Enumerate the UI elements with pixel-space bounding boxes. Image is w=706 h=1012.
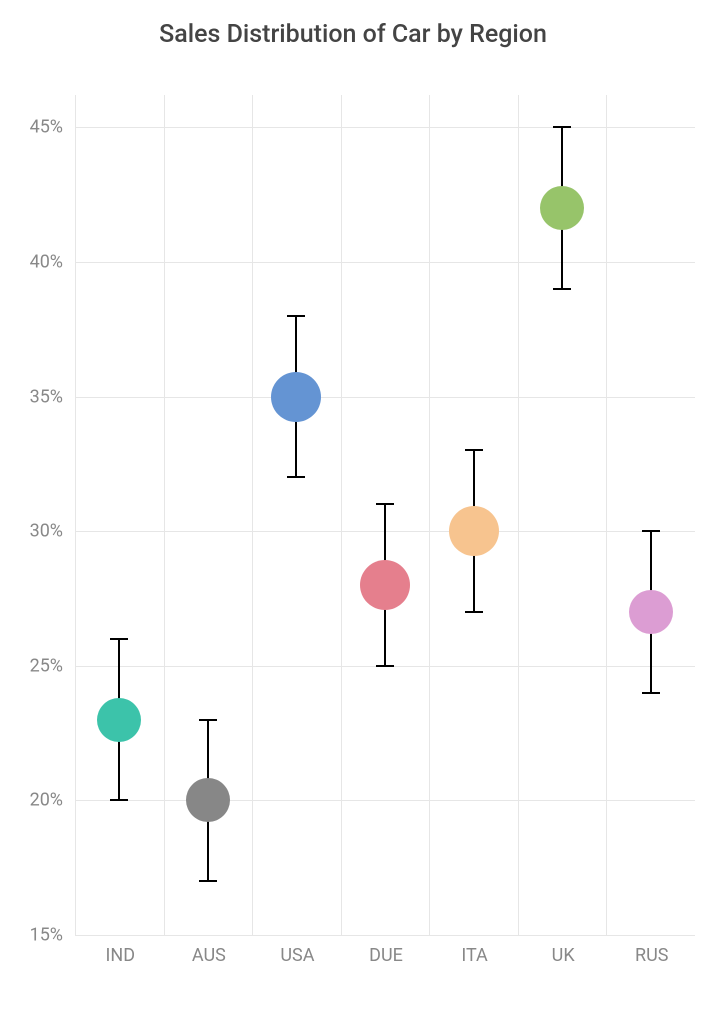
data-point	[360, 560, 410, 610]
error-cap	[376, 503, 394, 505]
error-cap	[642, 692, 660, 694]
error-cap	[287, 476, 305, 478]
y-tick-label: 30%	[30, 521, 75, 542]
error-cap	[465, 449, 483, 451]
chart-title: Sales Distribution of Car by Region	[0, 20, 706, 49]
data-point	[540, 186, 584, 230]
error-cap	[199, 719, 217, 721]
data-point	[629, 590, 673, 634]
y-tick-label: 25%	[30, 655, 75, 676]
error-cap	[110, 799, 128, 801]
y-tick-label: 40%	[30, 251, 75, 272]
error-cap	[110, 638, 128, 640]
y-tick-label: 35%	[30, 386, 75, 407]
y-tick-label: 20%	[30, 790, 75, 811]
x-tick-label: DUE	[369, 935, 403, 966]
x-tick-label: RUS	[635, 935, 668, 966]
data-point	[186, 778, 230, 822]
x-tick-label: IND	[106, 935, 136, 966]
error-cap	[553, 288, 571, 290]
x-tick-label: USA	[280, 935, 314, 966]
error-cap	[376, 665, 394, 667]
plot-area: 15%20%25%30%35%40%45%INDAUSUSADUEITAUKRU…	[75, 95, 695, 935]
chart-container: Sales Distribution of Car by Region 15%2…	[0, 0, 706, 1012]
x-tick-label: ITA	[461, 935, 487, 966]
error-cap	[642, 530, 660, 532]
data-point	[271, 372, 321, 422]
data-point	[449, 506, 499, 556]
error-cap	[287, 315, 305, 317]
error-cap	[553, 126, 571, 128]
x-category-cell: USA	[252, 95, 342, 935]
y-tick-label: 15%	[30, 925, 75, 946]
y-tick-label: 45%	[30, 117, 75, 138]
x-tick-label: UK	[552, 935, 575, 966]
x-tick-label: AUS	[192, 935, 226, 966]
x-category-cell: IND	[75, 95, 165, 935]
error-cap	[199, 880, 217, 882]
data-point	[97, 698, 141, 742]
x-category-cell: RUS	[606, 95, 696, 935]
error-cap	[465, 611, 483, 613]
